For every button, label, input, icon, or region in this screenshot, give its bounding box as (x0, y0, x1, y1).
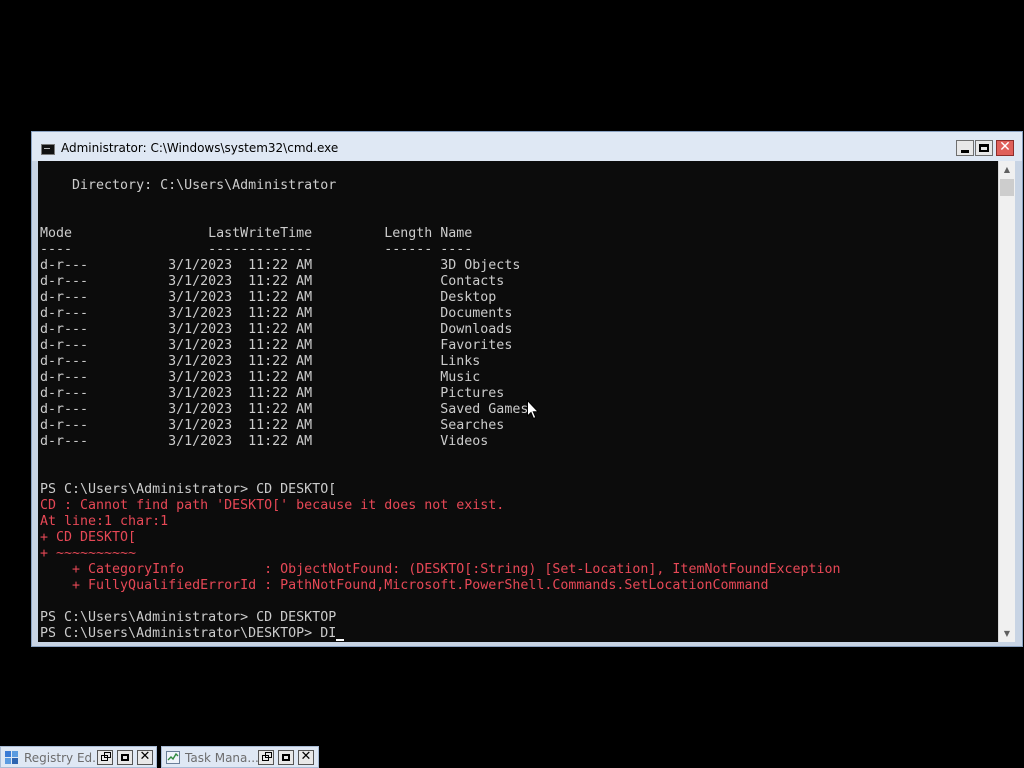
console-line-text: PS C:\Users\Administrator> CD DESKTO[ (40, 482, 337, 497)
scroll-down-arrow-icon[interactable]: ▼ (999, 625, 1015, 642)
maximize-button[interactable] (278, 750, 294, 765)
minimize-button[interactable] (956, 140, 974, 156)
minimized-window-task-manager[interactable]: Task Mana... ✕ (161, 746, 319, 768)
console-line: PS C:\Users\Administrator> CD DESKTO[ (40, 482, 841, 498)
console-line-text: + ~~~~~~~~~~ (40, 546, 137, 561)
task-manager-icon (166, 751, 180, 764)
console-line: d-r--- 3/1/2023 11:22 AM Contacts (40, 274, 841, 290)
console-error-line: CD : Cannot find path 'DESKTO[' because … (40, 498, 841, 514)
console-error-line: + CD DESKTO[ (40, 530, 841, 546)
console-line: d-r--- 3/1/2023 11:22 AM Pictures (40, 386, 841, 402)
console-line-text: d-r--- 3/1/2023 11:22 AM Documents (40, 306, 513, 321)
close-icon: ✕ (300, 749, 312, 764)
console-line-text: + FullyQualifiedErrorId : PathNotFound,M… (40, 578, 769, 593)
console-line-text: At line:1 char:1 (40, 514, 169, 529)
console-line-text: Directory: C:\Users\Administrator (40, 178, 337, 193)
console-line-text: d-r--- 3/1/2023 11:22 AM Music (40, 370, 481, 385)
scroll-thumb[interactable] (1000, 179, 1014, 196)
console-line: d-r--- 3/1/2023 11:22 AM 3D Objects (40, 258, 841, 274)
console-line: ---- ------------- ------ ---- (40, 242, 841, 258)
console-line-text: Mode LastWriteTime Length Name (40, 226, 473, 241)
scroll-up-arrow-icon[interactable]: ▲ (999, 161, 1015, 178)
window-title: Administrator: C:\Windows\system32\cmd.e… (61, 141, 339, 155)
close-button[interactable]: ✕ (996, 139, 1014, 156)
maximize-icon (282, 754, 290, 761)
maximize-button[interactable] (975, 140, 993, 156)
console-line-text: d-r--- 3/1/2023 11:22 AM Saved Games (40, 402, 529, 417)
restore-icon (101, 752, 111, 761)
console-line-text: d-r--- 3/1/2023 11:22 AM Contacts (40, 274, 505, 289)
console-line: PS C:\Users\Administrator> CD DESKTOP (40, 610, 841, 626)
console-line-text: + CategoryInfo : ObjectNotFound: (DESKTO… (40, 562, 841, 577)
console-line: d-r--- 3/1/2023 11:22 AM Links (40, 354, 841, 370)
console-line: d-r--- 3/1/2023 11:22 AM Documents (40, 306, 841, 322)
maximize-icon (121, 754, 129, 761)
vertical-scrollbar[interactable]: ▲ ▼ (998, 161, 1015, 642)
console-line: Directory: C:\Users\Administrator (40, 178, 841, 194)
restore-button[interactable] (97, 750, 113, 765)
console-line-text: d-r--- 3/1/2023 11:22 AM Links (40, 354, 481, 369)
console-lines: Directory: C:\Users\Administrator Mode La… (40, 178, 841, 642)
restore-icon (262, 752, 272, 761)
console-line: d-r--- 3/1/2023 11:22 AM Searches (40, 418, 841, 434)
console-line: PS C:\Users\Administrator\DESKTOP> DI (40, 626, 841, 642)
console-line-text: d-r--- 3/1/2023 11:22 AM Searches (40, 418, 505, 433)
console-error-line: + ~~~~~~~~~~ (40, 546, 841, 562)
console-line: d-r--- 3/1/2023 11:22 AM Videos (40, 434, 841, 450)
console-line-text: ---- ------------- ------ ---- (40, 242, 473, 257)
text-cursor (336, 639, 345, 641)
console-output[interactable]: Directory: C:\Users\Administrator Mode La… (38, 161, 998, 642)
close-icon: ✕ (999, 139, 1011, 155)
close-button[interactable]: ✕ (137, 749, 153, 765)
minimize-icon (961, 150, 969, 153)
console-line-text: CD : Cannot find path 'DESKTO[' because … (40, 498, 505, 513)
console-line: d-r--- 3/1/2023 11:22 AM Saved Games (40, 402, 841, 418)
mouse-pointer-icon (527, 400, 539, 420)
close-icon: ✕ (139, 749, 151, 764)
minimized-window-registry-editor[interactable]: Registry Ed... ✕ (0, 746, 157, 768)
console-line-text: d-r--- 3/1/2023 11:22 AM Downloads (40, 322, 513, 337)
console-line: d-r--- 3/1/2023 11:22 AM Downloads (40, 322, 841, 338)
close-button[interactable]: ✕ (298, 749, 314, 765)
minimized-window-label: Registry Ed... (24, 751, 104, 765)
maximize-button[interactable] (117, 750, 133, 765)
restore-button[interactable] (258, 750, 274, 765)
console-error-line: At line:1 char:1 (40, 514, 841, 530)
console-line-text: d-r--- 3/1/2023 11:22 AM Videos (40, 434, 489, 449)
title-bar[interactable]: Administrator: C:\Windows\system32\cmd.e… (32, 132, 1022, 161)
console-line: d-r--- 3/1/2023 11:22 AM Desktop (40, 290, 841, 306)
maximize-icon (979, 144, 989, 152)
console-error-line: + FullyQualifiedErrorId : PathNotFound,M… (40, 578, 841, 594)
console-line-text: PS C:\Users\Administrator> CD DESKTOP (40, 610, 337, 625)
console-window[interactable]: Administrator: C:\Windows\system32\cmd.e… (31, 131, 1023, 647)
console-line: d-r--- 3/1/2023 11:22 AM Music (40, 370, 841, 386)
minimized-window-label: Task Mana... (185, 751, 259, 765)
console-line: d-r--- 3/1/2023 11:22 AM Favorites (40, 338, 841, 354)
console-line-text: d-r--- 3/1/2023 11:22 AM 3D Objects (40, 258, 521, 273)
console-line-text: + CD DESKTO[ (40, 530, 137, 545)
console-error-line: + CategoryInfo : ObjectNotFound: (DESKTO… (40, 562, 841, 578)
console-line-text: PS C:\Users\Administrator\DESKTOP> DI (40, 626, 337, 641)
console-line-text: d-r--- 3/1/2023 11:22 AM Pictures (40, 386, 505, 401)
console-line: Mode LastWriteTime Length Name (40, 226, 841, 242)
registry-editor-icon (5, 751, 18, 764)
cmd-app-icon (41, 144, 55, 155)
console-line-text: d-r--- 3/1/2023 11:22 AM Desktop (40, 290, 497, 305)
console-line-text: d-r--- 3/1/2023 11:22 AM Favorites (40, 338, 513, 353)
